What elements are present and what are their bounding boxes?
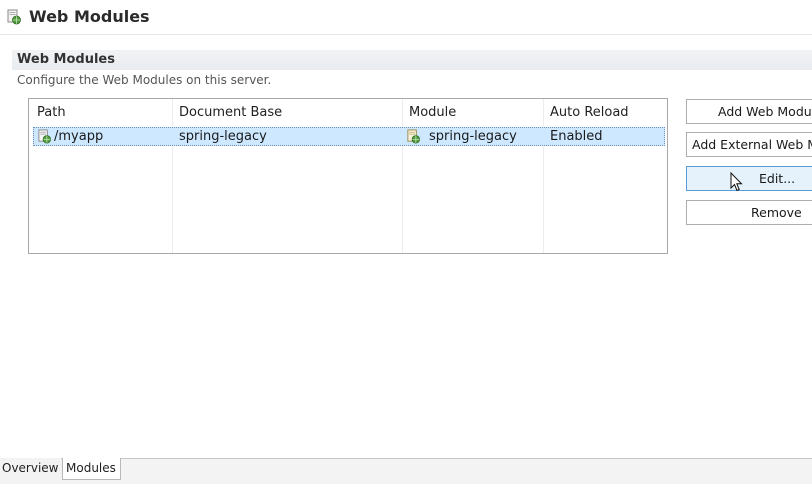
server-editor: Web Modules Web Modules Configure the We… — [0, 0, 812, 484]
button-label: Remove — [751, 205, 802, 220]
cell-path: /myapp — [54, 129, 104, 144]
module-project-icon — [407, 129, 420, 144]
column-header-module[interactable]: Module — [409, 105, 456, 121]
remove-button[interactable]: Remove — [686, 200, 812, 225]
tab-modules[interactable]: Modules — [62, 458, 121, 480]
section-title: Web Modules — [17, 52, 115, 67]
button-label: Add External Web Module... — [692, 137, 812, 152]
add-web-module-button[interactable]: Add Web Module... — [686, 99, 812, 124]
mouse-pointer-icon — [730, 172, 743, 192]
cell-auto-reload: Enabled — [550, 129, 603, 144]
cell-module: spring-legacy — [429, 129, 517, 144]
section-description: Configure the Web Modules on this server… — [17, 73, 272, 87]
page-title: Web Modules — [29, 7, 150, 26]
web-modules-icon — [7, 9, 21, 25]
cell-document-base: spring-legacy — [179, 129, 267, 144]
column-header-path[interactable]: Path — [37, 105, 66, 121]
editor-tab-bar: Overview Modules — [0, 458, 812, 484]
add-external-web-module-button[interactable]: Add External Web Module... — [686, 132, 812, 157]
column-separator — [543, 99, 544, 253]
button-label: Edit... — [759, 171, 796, 186]
column-separator — [172, 99, 173, 253]
column-header-auto-reload[interactable]: Auto Reload — [550, 105, 629, 121]
edit-button[interactable]: Edit... — [686, 166, 812, 191]
tab-overview[interactable]: Overview — [0, 458, 61, 480]
button-label: Add Web Module... — [718, 104, 812, 119]
column-separator — [402, 99, 403, 253]
web-module-icon — [38, 129, 51, 144]
section-header-bar — [12, 50, 812, 70]
column-header-document-base[interactable]: Document Base — [179, 105, 282, 121]
editor-header: Web Modules — [0, 0, 812, 35]
web-modules-table[interactable]: Path Document Base Module Auto Reload /m… — [28, 98, 668, 254]
